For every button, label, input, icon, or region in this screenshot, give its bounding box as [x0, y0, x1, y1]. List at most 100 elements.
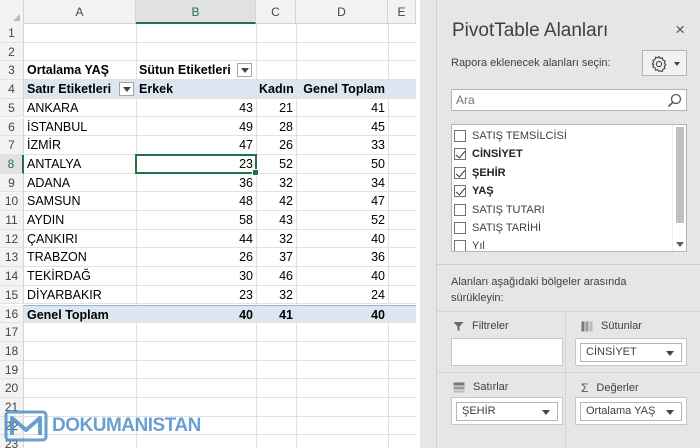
grand-total-value[interactable]: 40	[296, 306, 388, 324]
field-checkbox[interactable]	[454, 130, 466, 142]
sheet-row-18[interactable]	[24, 342, 420, 361]
pivot-row-label[interactable]: SAMSUN	[24, 192, 136, 210]
pivot-value-cell[interactable]: 40	[296, 267, 388, 285]
column-header-c[interactable]: C	[256, 0, 296, 24]
field-item[interactable]: CİNSİYET	[454, 145, 523, 163]
close-icon[interactable]: ×	[675, 20, 685, 40]
field-checkbox[interactable]	[454, 222, 466, 234]
row-header-3[interactable]: 3	[0, 61, 24, 81]
chevron-down-icon[interactable]	[666, 410, 674, 415]
field-checkbox[interactable]	[454, 185, 466, 198]
grand-total-value[interactable]: 41	[256, 306, 296, 324]
row-header-19[interactable]: 19	[0, 360, 24, 380]
pivot-value-cell[interactable]: 33	[296, 136, 388, 154]
pivot-value-cell[interactable]: 40	[296, 230, 388, 248]
row-header-17[interactable]: 17	[0, 323, 24, 342]
pivot-value-cell[interactable]: 32	[256, 174, 296, 192]
pivot-col-header[interactable]: Kadın	[256, 80, 296, 98]
pivot-grand-total-row[interactable]: Genel Toplam 40 41 40	[24, 304, 420, 324]
pivot-value-cell[interactable]: 47	[296, 192, 388, 210]
field-checkbox[interactable]	[454, 148, 466, 161]
pane-options-button[interactable]	[642, 50, 687, 76]
field-item[interactable]: SATIŞ TARİHİ	[454, 219, 541, 237]
chevron-down-icon[interactable]	[666, 351, 674, 356]
field-list[interactable]: SATIŞ TEMSİLCİSİ CİNSİYET ŞEHİR YAŞ SATIŞ TU…	[451, 124, 687, 252]
sheet-row-19[interactable]	[24, 361, 420, 380]
chevron-down-icon[interactable]	[542, 410, 550, 415]
rows-drop-zone[interactable]: ŞEHİR	[451, 397, 563, 425]
pivot-column-labels-caption[interactable]: Sütun Etiketleri	[136, 61, 236, 79]
sheet-row-20[interactable]	[24, 379, 420, 398]
pivot-value-cell[interactable]: 42	[256, 192, 296, 210]
field-item[interactable]: ŞEHİR	[454, 164, 506, 182]
field-item[interactable]: YAŞ	[454, 182, 494, 200]
columns-field-chip[interactable]: CİNSİYET	[580, 343, 682, 362]
pivot-col-header[interactable]: Genel Toplam	[296, 80, 388, 98]
filters-drop-zone[interactable]	[451, 338, 563, 366]
column-header-d[interactable]: D	[296, 0, 388, 24]
pivot-data-row[interactable]: ANKARA 43 21 41	[24, 99, 420, 118]
row-header-15[interactable]: 15	[0, 285, 24, 305]
row-header-10[interactable]: 10	[0, 192, 24, 211]
pivot-data-row[interactable]: TEKİRDAĞ 30 46 40	[24, 267, 420, 286]
row-header-11[interactable]: 11	[0, 211, 24, 230]
pivot-value-cell[interactable]: 52	[296, 211, 388, 229]
pivot-value-cell[interactable]: 43	[136, 99, 256, 117]
sheet-row-3[interactable]: Ortalama YAŞ Sütun Etiketleri	[24, 61, 420, 81]
pivot-value-cell[interactable]: 34	[296, 174, 388, 192]
row-header-14[interactable]: 14	[0, 267, 24, 286]
column-header-b[interactable]: B	[136, 0, 256, 24]
field-checkbox[interactable]	[454, 166, 466, 179]
column-labels-filter-button[interactable]	[237, 63, 252, 78]
row-header-4[interactable]: 4	[0, 80, 24, 99]
field-checkbox[interactable]	[454, 240, 466, 251]
pivot-row-label[interactable]: ADANA	[24, 174, 136, 192]
pivot-value-cell[interactable]: 30	[136, 267, 256, 285]
sheet-row-1[interactable]	[24, 24, 420, 43]
pivot-value-cell[interactable]: 46	[256, 267, 296, 285]
values-field-chip[interactable]: Ortalama YAŞ	[580, 402, 682, 421]
pivot-value-cell[interactable]: 50	[296, 155, 388, 173]
pivot-value-cell[interactable]: 24	[296, 286, 388, 304]
pivot-value-cell[interactable]: 32	[256, 230, 296, 248]
scroll-down-arrow-icon[interactable]	[676, 242, 684, 247]
grand-total-value[interactable]: 40	[136, 306, 256, 324]
pivot-data-row[interactable]: İSTANBUL 49 28 45	[24, 118, 420, 137]
pivot-value-cell[interactable]: 36	[296, 248, 388, 266]
row-header-2[interactable]: 2	[0, 42, 24, 62]
row-header-18[interactable]: 18	[0, 341, 24, 361]
row-header-7[interactable]: 7	[0, 136, 24, 155]
pivot-value-cell[interactable]: 44	[136, 230, 256, 248]
row-header-16[interactable]: 16	[0, 304, 24, 324]
pivot-value-cell[interactable]: 36	[136, 174, 256, 192]
pivot-row-label[interactable]: ANTALYA	[24, 155, 136, 173]
pivot-row-label[interactable]: İZMİR	[24, 136, 136, 154]
select-all-corner[interactable]	[0, 0, 24, 24]
pivot-value-cell[interactable]: 32	[256, 286, 296, 304]
field-search-box[interactable]	[451, 89, 687, 111]
pivot-value-cell[interactable]: 26	[256, 136, 296, 154]
sheet-row-17[interactable]	[24, 323, 420, 342]
pivot-value-cell[interactable]: 28	[256, 118, 296, 136]
pivot-col-header[interactable]: Erkek	[136, 80, 256, 98]
pivot-value-cell[interactable]: 21	[256, 99, 296, 117]
pivot-value-cell[interactable]: 41	[296, 99, 388, 117]
pivot-row-label[interactable]: TRABZON	[24, 248, 136, 266]
row-header-1[interactable]: 1	[0, 24, 24, 43]
grand-total-label[interactable]: Genel Toplam	[24, 306, 136, 324]
pivot-row-labels-caption[interactable]: Satır Etiketleri	[24, 80, 118, 98]
pivot-data-row[interactable]: ÇANKIRI 44 32 40	[24, 230, 420, 249]
rows-field-chip[interactable]: ŞEHİR	[456, 402, 558, 421]
column-header-a[interactable]: A	[24, 0, 136, 24]
pivot-value-cell[interactable]: 26	[136, 248, 256, 266]
pivot-value-caption[interactable]: Ortalama YAŞ	[24, 61, 136, 79]
row-header-9[interactable]: 9	[0, 173, 24, 193]
field-search-input[interactable]	[452, 90, 652, 110]
columns-drop-zone[interactable]: CİNSİYET	[575, 338, 687, 366]
field-checkbox[interactable]	[454, 203, 466, 216]
pivot-data-row[interactable]: İZMİR 47 26 33	[24, 136, 420, 155]
pivot-row-label[interactable]: ANKARA	[24, 99, 136, 117]
pivot-data-row[interactable]: SAMSUN 48 42 47	[24, 192, 420, 211]
field-item[interactable]: SATIŞ TUTARI	[454, 201, 545, 219]
scrollbar-thumb[interactable]	[676, 127, 684, 223]
